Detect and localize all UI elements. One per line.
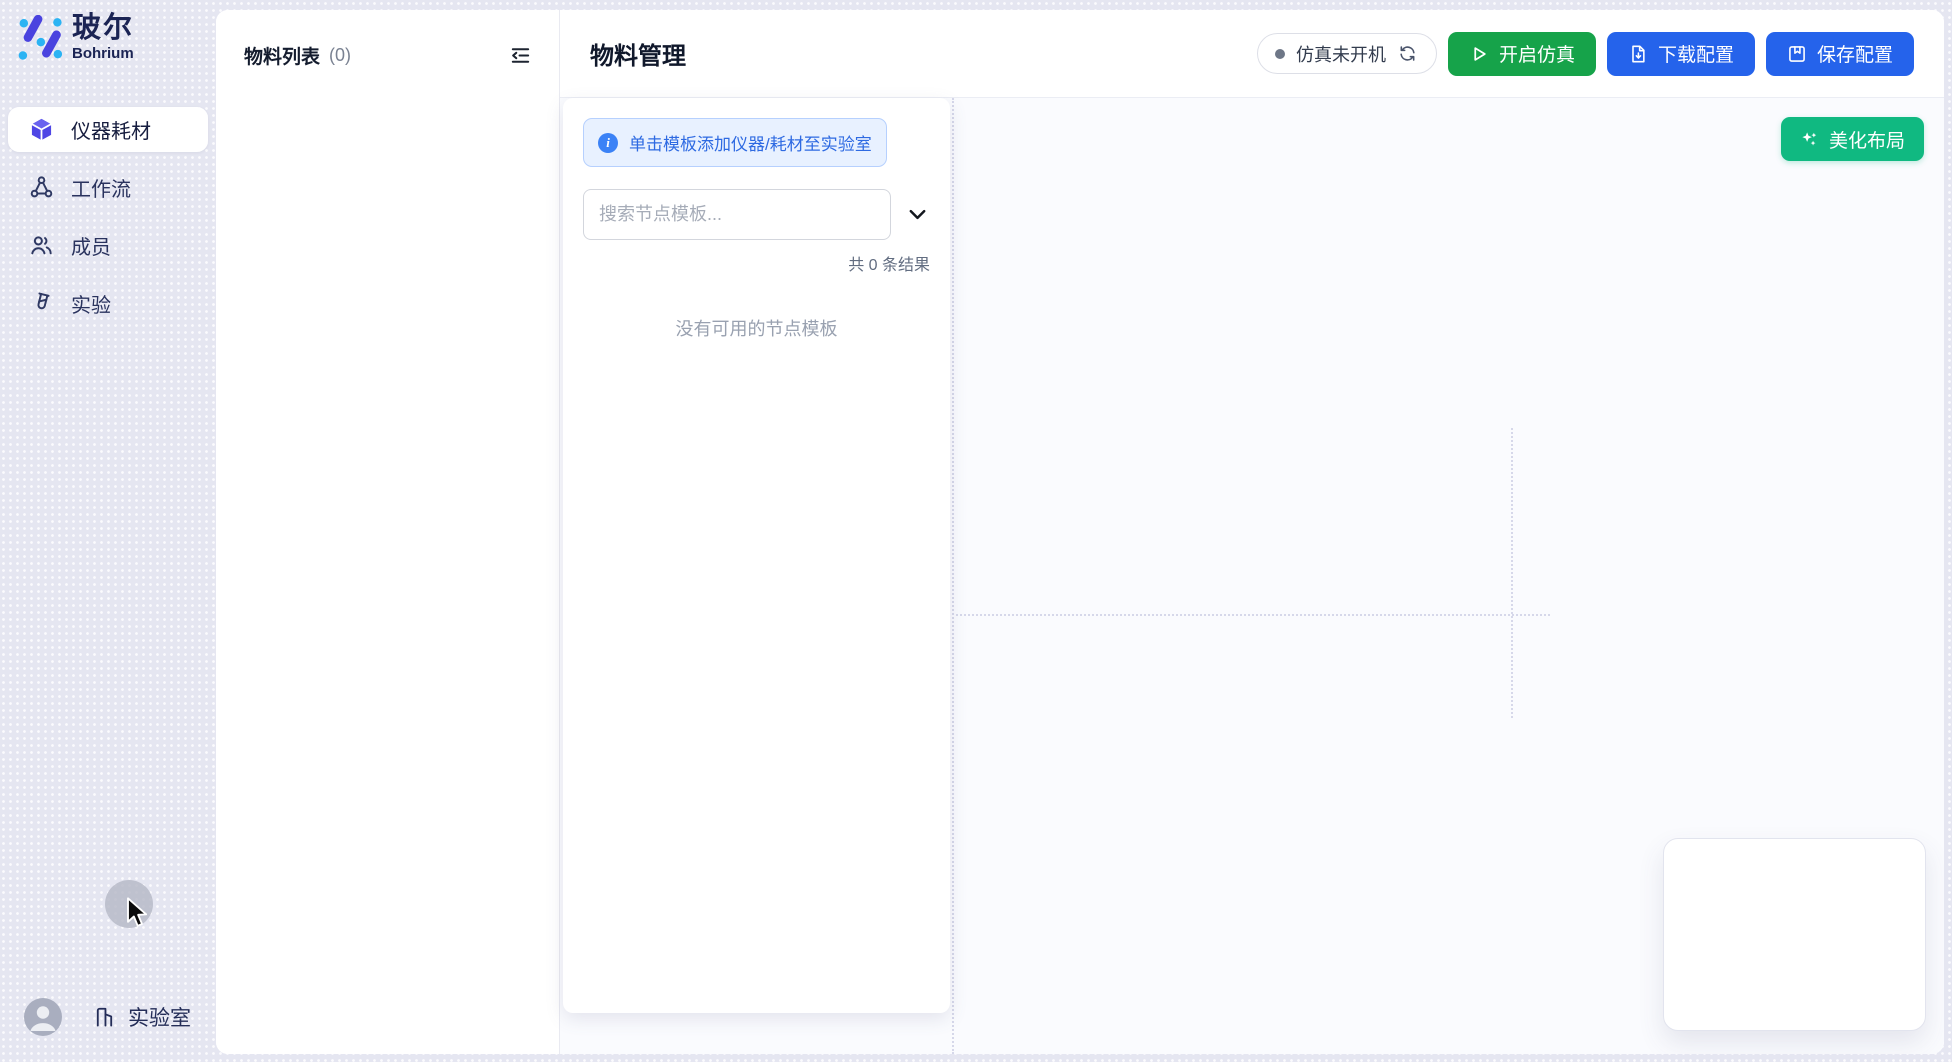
sidebar-item-label: 实验	[71, 289, 111, 318]
lab-switcher[interactable]: 实验室	[93, 1002, 191, 1032]
template-panel: i 单击模板添加仪器/耗材至实验室 共 0 条结果 没有可用的节点模板	[563, 98, 950, 1013]
canvas-guide-vertical-1	[952, 98, 954, 1054]
info-icon: i	[598, 133, 618, 153]
refresh-status-icon[interactable]	[1397, 43, 1419, 65]
template-search-input[interactable]	[583, 189, 891, 240]
workflow-icon	[28, 175, 54, 201]
chevron-down-icon[interactable]	[904, 202, 930, 228]
download-config-label: 下载配置	[1658, 40, 1734, 67]
start-simulation-button[interactable]: 开启仿真	[1448, 32, 1596, 76]
test-tube-icon	[28, 291, 54, 317]
brand-name-cn: 玻尔	[72, 13, 134, 43]
members-icon	[28, 233, 54, 259]
main-column: 物料管理 仿真未开机	[560, 10, 1944, 1054]
hint-banner: i 单击模板添加仪器/耗材至实验室	[583, 118, 887, 167]
collapse-panel-icon[interactable]	[507, 43, 533, 69]
save-config-button[interactable]: 保存配置	[1766, 32, 1914, 76]
lab-building-icon	[93, 1005, 116, 1029]
canvas-guide-horizontal	[956, 614, 1550, 616]
brand-name-en: Bohrium	[72, 46, 134, 62]
file-download-icon	[1628, 44, 1648, 64]
mouse-cursor	[126, 897, 150, 929]
template-search-row	[583, 189, 930, 240]
simulation-status-pill: 仿真未开机	[1257, 33, 1437, 74]
save-config-label: 保存配置	[1817, 40, 1893, 67]
sidebar-item-label: 工作流	[71, 173, 131, 202]
sidebar-nav: 仪器耗材 工作流	[8, 107, 208, 326]
material-list-title: 物料列表	[244, 42, 320, 69]
sidebar-item-experiments[interactable]: 实验	[8, 281, 208, 326]
start-simulation-label: 开启仿真	[1499, 40, 1575, 67]
sidebar-item-members[interactable]: 成员	[8, 223, 208, 268]
lab-label: 实验室	[128, 1002, 191, 1032]
cube-icon	[28, 117, 54, 143]
minimap-panel[interactable]	[1663, 838, 1926, 1031]
sidebar-item-label: 成员	[71, 231, 111, 260]
content-card: 物料列表 (0) 物料管理 仿	[216, 10, 1944, 1054]
brand: 玻尔 Bohrium	[16, 13, 134, 62]
beautify-layout-label: 美化布局	[1829, 126, 1905, 153]
sidebar-item-workflow[interactable]: 工作流	[8, 165, 208, 210]
bohrium-logo-icon	[16, 15, 62, 61]
beautify-layout-button[interactable]: 美化布局	[1781, 117, 1924, 161]
brand-text: 玻尔 Bohrium	[72, 13, 134, 62]
sidebar-item-instruments[interactable]: 仪器耗材	[8, 107, 208, 152]
save-icon	[1787, 44, 1807, 64]
sidebar: 玻尔 Bohrium 仪器耗材	[0, 0, 216, 1062]
canvas-guide-vertical-2	[1511, 428, 1513, 718]
material-list-count: (0)	[329, 45, 351, 66]
material-list-header: 物料列表 (0)	[216, 10, 559, 69]
header-actions: 仿真未开机	[1257, 32, 1914, 76]
simulation-status-text: 仿真未开机	[1296, 41, 1386, 67]
status-dot-icon	[1275, 49, 1285, 59]
workspace-canvas[interactable]: i 单击模板添加仪器/耗材至实验室 共 0 条结果 没有可用的节点模板	[560, 98, 1944, 1054]
page-header: 物料管理 仿真未开机	[560, 10, 1944, 98]
result-count: 共 0 条结果	[583, 251, 930, 275]
play-icon	[1469, 44, 1489, 64]
sidebar-item-label: 仪器耗材	[71, 115, 151, 144]
page-title: 物料管理	[590, 36, 686, 71]
app-root: 玻尔 Bohrium 仪器耗材	[0, 0, 1952, 1062]
empty-templates-message: 没有可用的节点模板	[583, 315, 930, 341]
sidebar-footer: 实验室	[24, 998, 191, 1036]
user-avatar[interactable]	[24, 998, 62, 1036]
download-config-button[interactable]: 下载配置	[1607, 32, 1755, 76]
sparkles-icon	[1800, 130, 1819, 149]
material-list-panel: 物料列表 (0)	[216, 10, 560, 1054]
hint-banner-text: 单击模板添加仪器/耗材至实验室	[629, 130, 872, 155]
